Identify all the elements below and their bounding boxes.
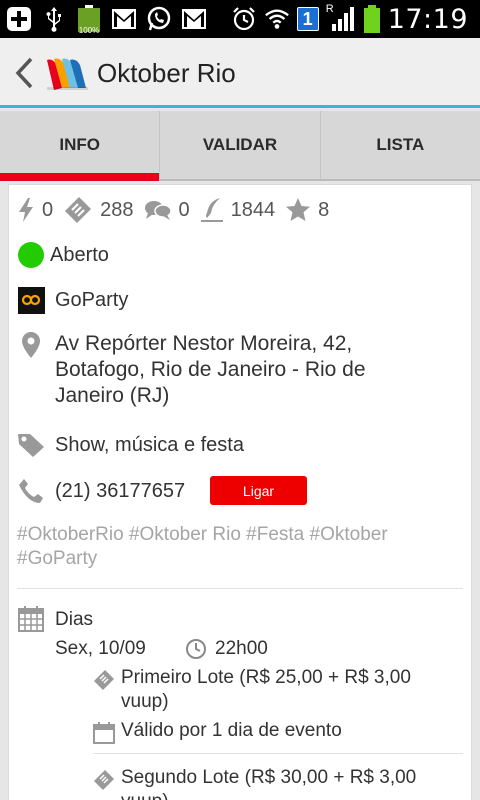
- page-title: Oktober Rio: [97, 58, 236, 88]
- status-dot-icon: [17, 241, 45, 269]
- tag-icon: [17, 431, 45, 459]
- system-icons: 1 R 17:19: [231, 3, 468, 35]
- map-pin-icon: [17, 331, 45, 359]
- stat-stars-value: 8: [318, 198, 330, 221]
- ticket-icon: [93, 766, 115, 794]
- schedule-date: Sex, 10/09: [55, 638, 146, 659]
- gmail-icon: [111, 7, 137, 31]
- stat-comments: 0: [144, 198, 190, 222]
- calendar-icon: [93, 719, 115, 747]
- signal-icon: R: [326, 3, 356, 31]
- address-row[interactable]: Av Repórter Nestor Moreira, 42, Botafogo…: [17, 331, 435, 409]
- app-logo-icon: [44, 54, 90, 92]
- organizer-row[interactable]: GoParty: [17, 286, 128, 314]
- stat-tickets-value: 288: [100, 198, 134, 221]
- stat-views-value: 1844: [230, 198, 276, 221]
- schedule-time: 22h00: [215, 638, 268, 659]
- lot-validity: Válido por 1 dia de evento: [93, 719, 342, 747]
- category-label: Show, música e festa: [55, 434, 244, 456]
- status-row: Aberto: [17, 241, 109, 269]
- lot-validity-text: Válido por 1 dia de evento: [121, 720, 342, 741]
- ticket-icon: [93, 666, 115, 694]
- lot-name: Segundo Lote (R$ 30,00 + R$ 3,00 vuup): [121, 767, 417, 800]
- organizer-name: GoParty: [55, 289, 129, 311]
- schedule-datetime: Sex, 10/09 22h00: [55, 637, 268, 661]
- add-icon: [6, 7, 32, 31]
- bolt-icon: [19, 198, 33, 222]
- stat-bolt: 0: [17, 197, 53, 223]
- usb-icon: [41, 7, 67, 32]
- lot-name: Primeiro Lote (R$ 25,00 + R$ 3,00 vuup): [121, 667, 411, 712]
- phone-number[interactable]: (21) 36177657: [55, 477, 185, 505]
- calendar-icon: [17, 605, 45, 633]
- event-stats: 0 288 0 1844 8: [17, 197, 339, 223]
- battery-full-icon: 100%: [76, 5, 102, 35]
- goparty-logo-icon: [17, 286, 45, 314]
- event-info-card: 0 288 0 1844 8 Aberto GoParty Av Repórte…: [8, 184, 472, 800]
- back-button[interactable]: [10, 56, 38, 90]
- tab-lista[interactable]: LISTA: [319, 111, 480, 179]
- comments-icon: [144, 201, 172, 220]
- ticket-icon: [65, 197, 92, 223]
- chevron-left-icon: [15, 57, 33, 89]
- stat-stars: 8: [285, 197, 329, 223]
- clock: 17:19: [387, 3, 468, 35]
- category-row: Show, música e festa: [17, 431, 244, 459]
- stat-bolt-value: 0: [42, 198, 54, 221]
- address-text: Av Repórter Nestor Moreira, 42, Botafogo…: [55, 332, 366, 407]
- alarm-icon: [231, 7, 257, 31]
- star-icon: [286, 198, 311, 221]
- schedule-header: Dias: [17, 605, 93, 635]
- divider: [17, 588, 463, 589]
- stat-tickets: 288: [63, 197, 134, 223]
- sim-badge: 1: [296, 7, 319, 31]
- lot-divider: [93, 753, 463, 754]
- status-label: Aberto: [50, 244, 109, 266]
- schedule-title: Dias: [55, 609, 94, 630]
- wifi-icon: [264, 7, 290, 31]
- phone-row: (21) 36177657: [17, 477, 185, 505]
- hashtags: #OktoberRio #Oktober Rio #Festa #Oktober…: [17, 524, 388, 569]
- clock-icon: [186, 639, 206, 659]
- pen-icon: [200, 198, 223, 222]
- whatsapp-icon: [146, 6, 172, 31]
- stat-comments-value: 0: [178, 198, 190, 221]
- battery-percent-label: 100%: [78, 26, 100, 35]
- tab-bar: INFO VALIDAR LISTA: [0, 111, 480, 181]
- lot-item[interactable]: Segundo Lote (R$ 30,00 + R$ 3,00 vuup): [93, 766, 453, 800]
- tab-validar[interactable]: VALIDAR: [159, 111, 319, 179]
- gmail-icon-2: [181, 7, 207, 31]
- phone-icon: [17, 477, 45, 505]
- action-bar: Oktober Rio: [0, 38, 480, 108]
- stat-views: 1844: [200, 197, 276, 223]
- battery-icon: [363, 5, 381, 33]
- status-bar: 100% 1 R 17:19: [0, 0, 480, 38]
- sim-badge-label: 1: [302, 8, 313, 29]
- notification-icons: 100%: [6, 5, 207, 35]
- call-button[interactable]: Ligar: [210, 476, 307, 505]
- lot-item[interactable]: Primeiro Lote (R$ 25,00 + R$ 3,00 vuup): [93, 666, 453, 714]
- tab-info[interactable]: INFO: [0, 111, 160, 181]
- roaming-label: R: [325, 3, 334, 15]
